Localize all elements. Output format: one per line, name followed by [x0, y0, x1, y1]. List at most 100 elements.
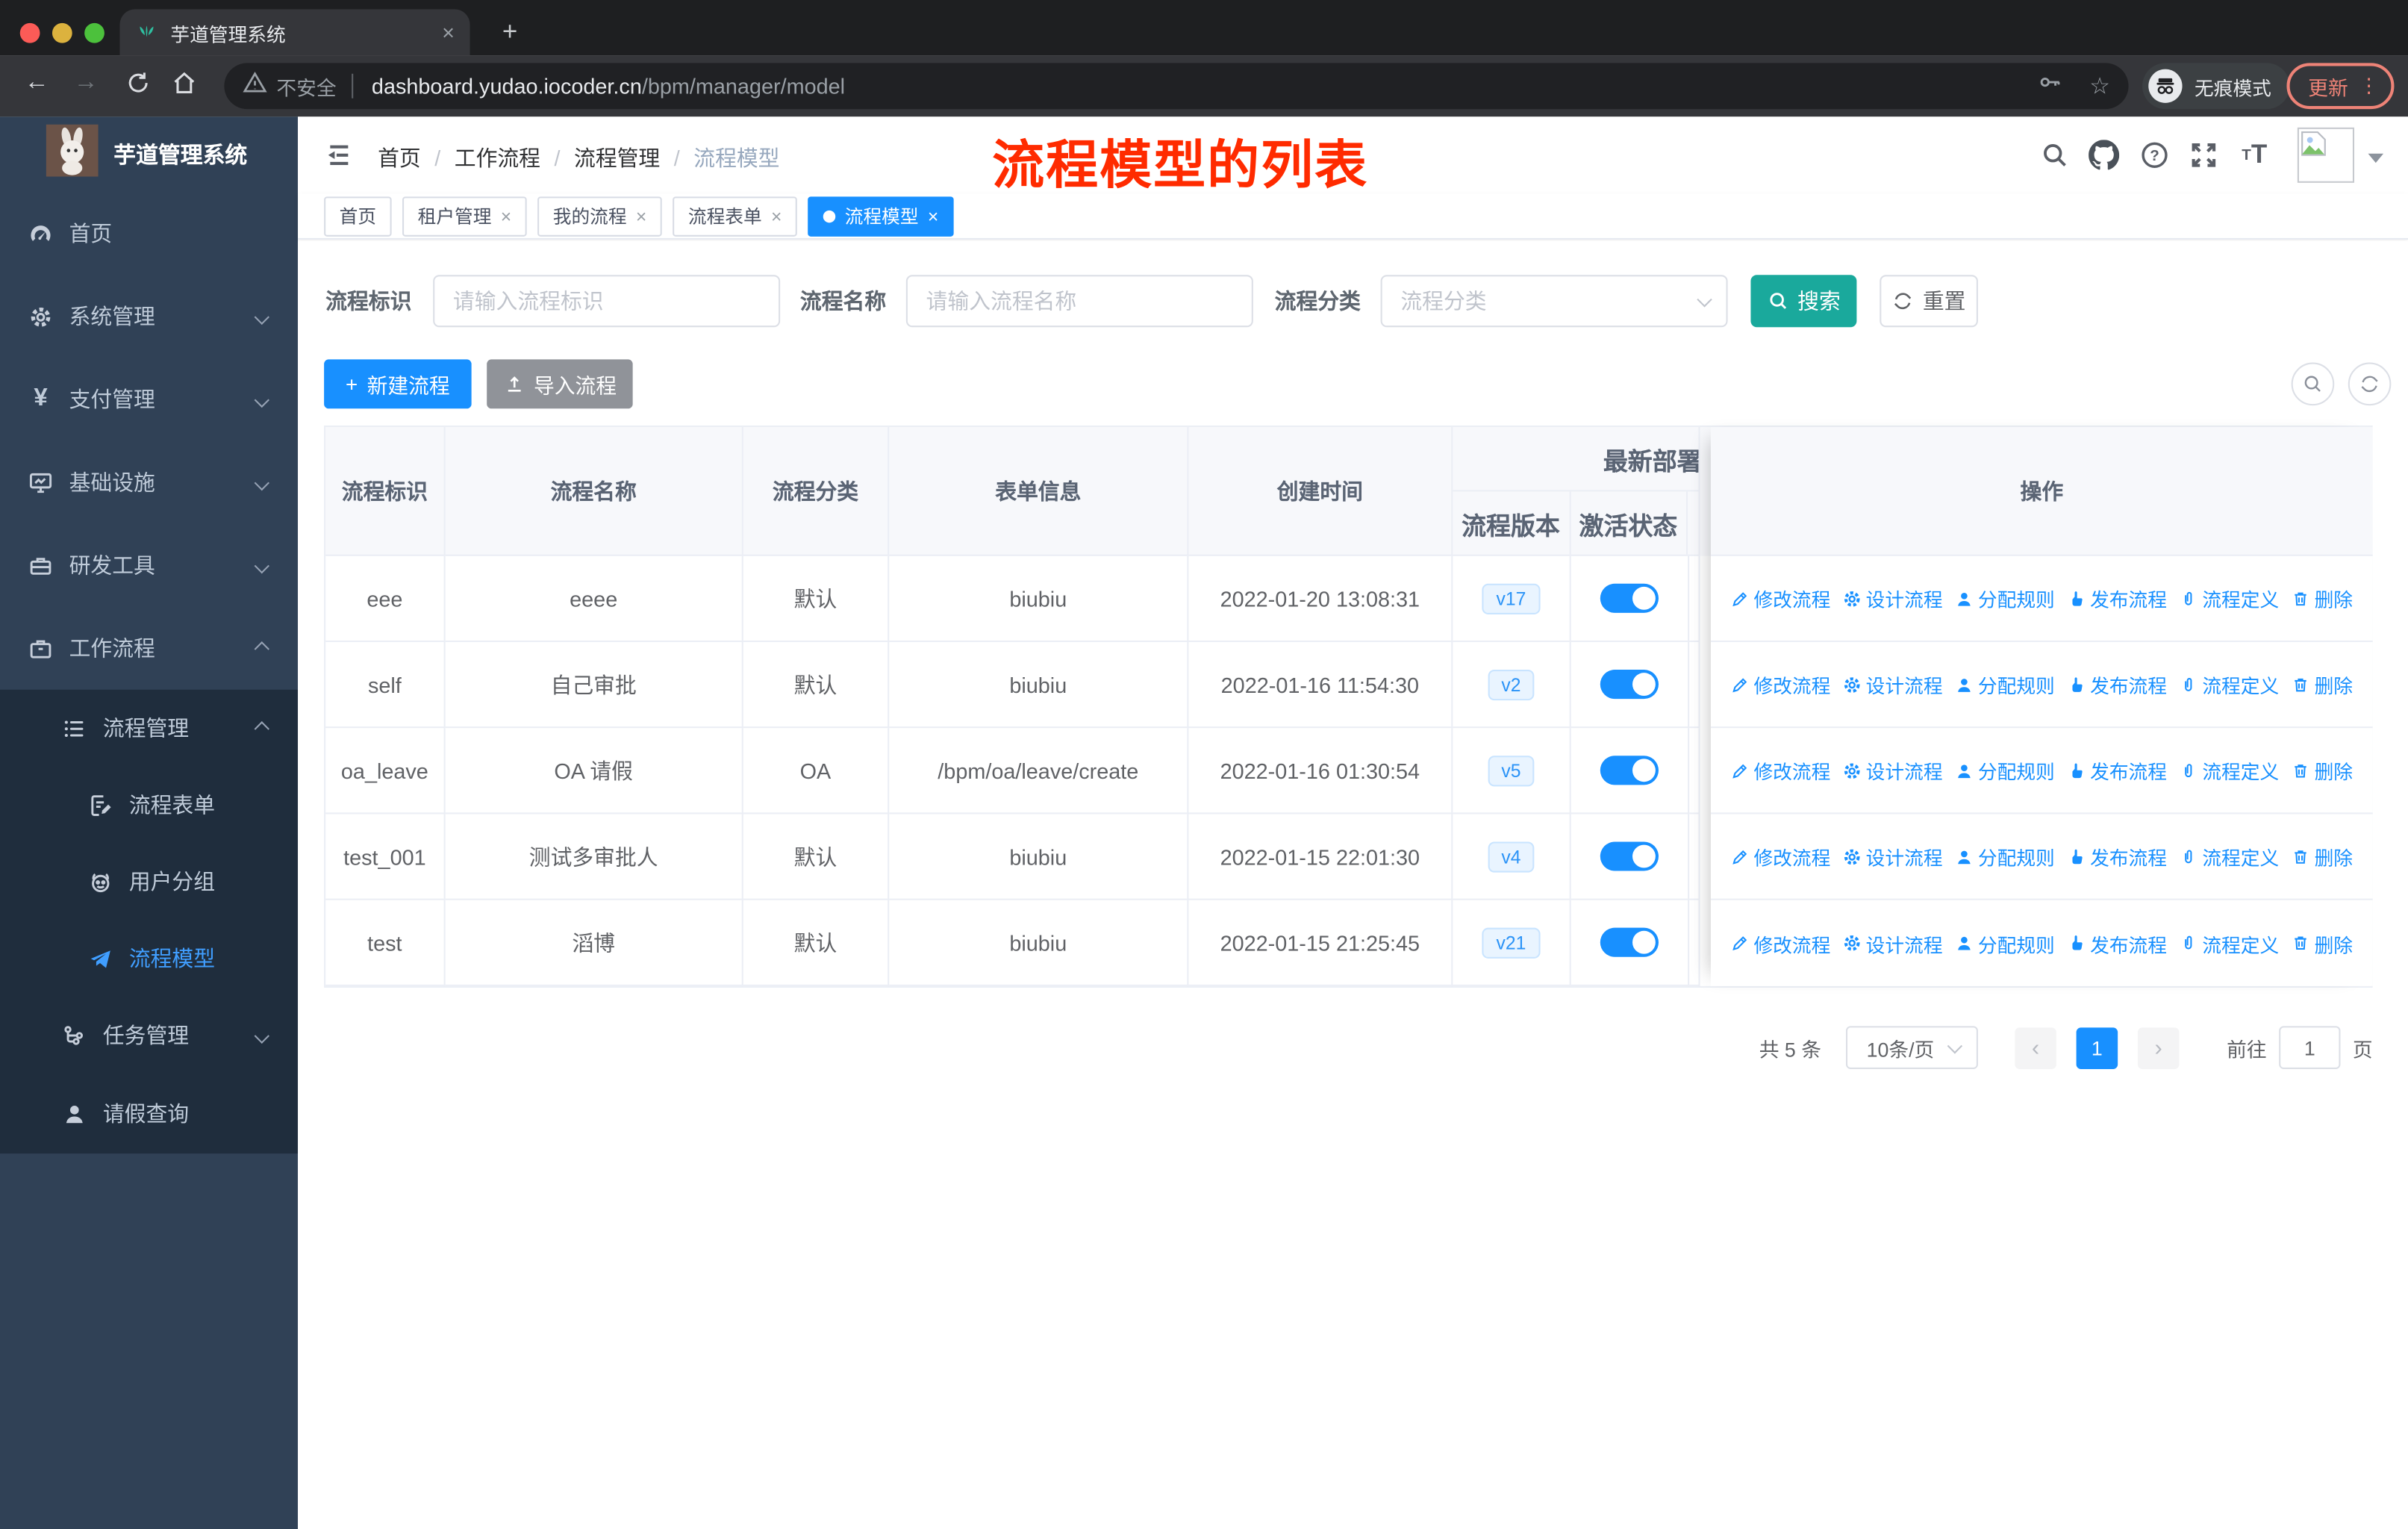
hide-search-button[interactable]	[2291, 362, 2335, 406]
new-tab-button[interactable]: +	[491, 14, 528, 51]
delete-link[interactable]: 删除	[2292, 929, 2353, 958]
delete-link[interactable]: 删除	[2292, 584, 2353, 613]
url-domain[interactable]: dashboard.yudao.iocoder.cn	[372, 74, 642, 99]
create-process-button[interactable]: + 新建流程	[324, 359, 472, 409]
tag-process-form[interactable]: 流程表单 ×	[673, 196, 798, 236]
avatar-caret-icon[interactable]	[2368, 153, 2384, 164]
cell-name-link[interactable]: 测试多审批人	[445, 814, 743, 900]
delete-link[interactable]: 删除	[2292, 670, 2353, 699]
category-select[interactable]: 流程分类	[1380, 275, 1728, 328]
sidebar-item-payment[interactable]: ¥ 支付管理	[0, 358, 298, 440]
sidebar-item-user-group[interactable]: 用户分组	[0, 844, 298, 921]
window-controls[interactable]	[19, 22, 105, 43]
tag-process-model[interactable]: 流程模型 ×	[808, 196, 954, 236]
cell-name-link[interactable]: OA 请假	[445, 728, 743, 815]
edit-process-link[interactable]: 修改流程	[1731, 756, 1830, 785]
design-process-link[interactable]: 设计流程	[1843, 756, 1943, 785]
tag-tenant[interactable]: 租户管理 ×	[402, 196, 527, 236]
publish-process-link[interactable]: 发布流程	[2067, 670, 2167, 699]
url-bar[interactable]: 不安全 dashboard.yudao.iocoder.cn/bpm/manag…	[224, 63, 2129, 110]
assign-rule-link[interactable]: 分配规则	[1955, 841, 2055, 871]
home-icon[interactable]	[172, 71, 196, 103]
cell-form-link[interactable]: biubiu	[889, 900, 1189, 986]
next-page-button[interactable]: ›	[2137, 1027, 2180, 1068]
search-icon[interactable]	[2038, 138, 2071, 172]
breadcrumb-item[interactable]: 流程管理	[574, 143, 660, 173]
update-label[interactable]: 更新	[2308, 72, 2348, 101]
process-definition-link[interactable]: 流程定义	[2179, 584, 2279, 613]
security-label[interactable]: 不安全	[276, 72, 336, 101]
prev-page-button[interactable]: ‹	[2015, 1027, 2056, 1068]
sidebar-item-home[interactable]: 首页	[0, 192, 298, 275]
breadcrumb-item[interactable]: 工作流程	[455, 143, 540, 173]
sidebar-item-process-mgmt[interactable]: 流程管理	[0, 690, 298, 767]
design-process-link[interactable]: 设计流程	[1843, 584, 1943, 613]
current-page-button[interactable]: 1	[2076, 1027, 2118, 1068]
cell-form-link[interactable]: biubiu	[889, 814, 1189, 900]
design-process-link[interactable]: 设计流程	[1843, 929, 1943, 958]
close-icon[interactable]: ×	[501, 205, 511, 227]
breadcrumb-item[interactable]: 首页	[378, 143, 421, 173]
cell-form-link[interactable]: /bpm/oa/leave/create	[889, 728, 1189, 815]
design-process-link[interactable]: 设计流程	[1843, 670, 1943, 699]
hamburger-icon[interactable]	[322, 140, 353, 170]
assign-rule-link[interactable]: 分配规则	[1955, 929, 2055, 958]
edit-process-link[interactable]: 修改流程	[1731, 841, 1830, 871]
assign-rule-link[interactable]: 分配规则	[1955, 584, 2055, 613]
font-size-icon[interactable]: TT	[2238, 138, 2271, 172]
tab-close-icon[interactable]: ×	[442, 20, 455, 45]
publish-process-link[interactable]: 发布流程	[2067, 841, 2167, 871]
browser-tab[interactable]: 芋道管理系统 ×	[119, 9, 470, 56]
security-warning-icon[interactable]	[243, 70, 267, 102]
url-path[interactable]: /bpm/manager/model	[642, 74, 845, 99]
assign-rule-link[interactable]: 分配规则	[1955, 756, 2055, 785]
refresh-table-button[interactable]	[2348, 362, 2392, 406]
forward-icon[interactable]: →	[74, 69, 99, 97]
publish-process-link[interactable]: 发布流程	[2067, 756, 2167, 785]
sidebar-item-process-form[interactable]: 流程表单	[0, 767, 298, 844]
close-icon[interactable]: ×	[636, 205, 646, 227]
reload-icon[interactable]	[126, 71, 151, 103]
edit-process-link[interactable]: 修改流程	[1731, 670, 1830, 699]
import-process-button[interactable]: 导入流程	[487, 359, 633, 409]
search-button[interactable]: 搜索	[1750, 275, 1857, 328]
active-toggle[interactable]	[1600, 927, 1659, 957]
fullscreen-icon[interactable]	[2187, 138, 2221, 172]
assign-rule-link[interactable]: 分配规则	[1955, 670, 2055, 699]
key-icon[interactable]	[2036, 69, 2062, 103]
publish-process-link[interactable]: 发布流程	[2067, 584, 2167, 613]
cell-name-link[interactable]: eeee	[445, 555, 743, 642]
delete-link[interactable]: 删除	[2292, 841, 2353, 871]
minimize-window-button[interactable]	[52, 22, 72, 43]
close-window-button[interactable]	[19, 22, 40, 43]
browser-menu-icon[interactable]: ⋮	[2359, 74, 2379, 99]
reset-button[interactable]: 重置	[1880, 275, 1978, 328]
sidebar-item-system[interactable]: 系统管理	[0, 275, 298, 358]
github-icon[interactable]	[2087, 138, 2121, 172]
process-definition-link[interactable]: 流程定义	[2179, 756, 2279, 785]
process-name-input[interactable]	[905, 275, 1253, 328]
sidebar-item-leave-query[interactable]: 请假查询	[0, 1074, 298, 1153]
cell-form-link[interactable]: biubiu	[889, 641, 1189, 729]
browser-update-button[interactable]: 更新 ⋮	[2286, 63, 2395, 110]
tag-my-process[interactable]: 我的流程 ×	[537, 196, 662, 236]
tag-home[interactable]: 首页	[324, 196, 392, 236]
cell-name-link[interactable]: 自己审批	[445, 641, 743, 729]
help-icon[interactable]: ?	[2138, 138, 2171, 172]
zoom-window-button[interactable]	[84, 22, 105, 43]
sidebar-item-infra[interactable]: 基础设施	[0, 440, 298, 523]
sidebar-item-process-model[interactable]: 流程模型	[0, 920, 298, 997]
active-toggle[interactable]	[1600, 841, 1659, 871]
edit-process-link[interactable]: 修改流程	[1731, 929, 1830, 958]
goto-page-input[interactable]	[2279, 1026, 2341, 1069]
process-definition-link[interactable]: 流程定义	[2179, 929, 2279, 958]
close-icon[interactable]: ×	[928, 205, 938, 227]
sidebar-item-devtools[interactable]: 研发工具	[0, 524, 298, 607]
avatar[interactable]	[2297, 127, 2354, 183]
sidebar-logo[interactable]: 芋道管理系统	[0, 116, 298, 192]
sidebar-item-workflow[interactable]: 工作流程	[0, 607, 298, 690]
active-toggle[interactable]	[1600, 756, 1659, 785]
process-id-input[interactable]	[433, 275, 781, 328]
edit-process-link[interactable]: 修改流程	[1731, 584, 1830, 613]
bookmark-star-icon[interactable]: ☆	[2089, 72, 2110, 100]
